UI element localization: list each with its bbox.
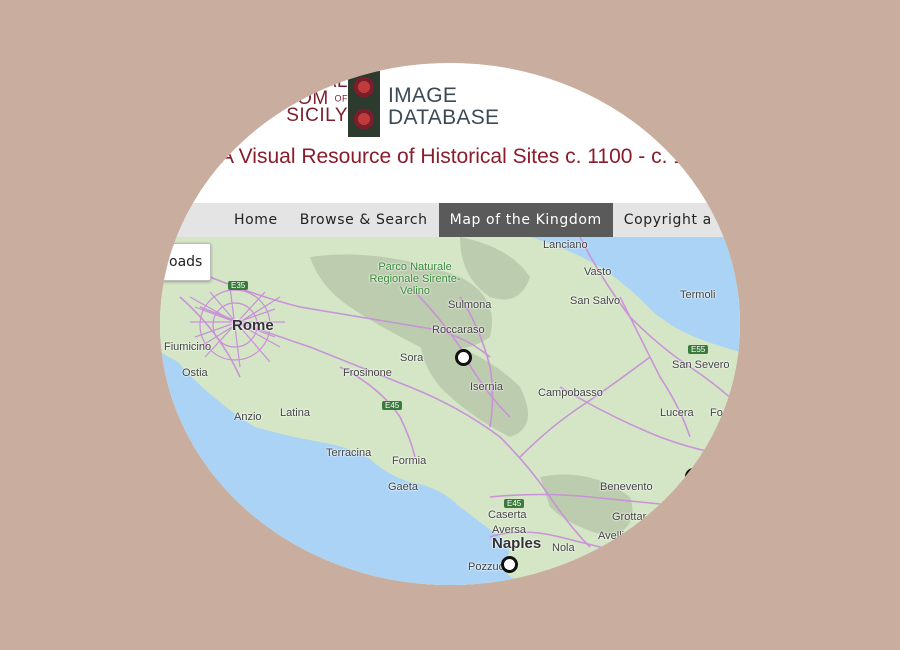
place-label: Frosinone xyxy=(343,367,392,379)
site-marker-benevento[interactable] xyxy=(594,550,611,567)
logo-seal-icon xyxy=(348,71,380,137)
place-label: Campobasso xyxy=(538,387,603,399)
place-label: Ostia xyxy=(182,367,208,379)
place-label-major: Naples xyxy=(492,535,542,552)
place-label: Gaeta xyxy=(388,481,418,493)
place-label: Formia xyxy=(392,455,427,467)
site-marker-caserta[interactable] xyxy=(501,556,518,573)
place-label: Terracina xyxy=(326,447,372,459)
highway-shield: E35 xyxy=(228,281,249,290)
logo-image-database: IMAGE DATABASE xyxy=(388,85,499,129)
place-label: Lucera xyxy=(660,407,694,419)
nav-home[interactable]: Home xyxy=(223,203,289,237)
seal-rosette-icon xyxy=(352,107,376,131)
park-label: Parco Naturale Regionale Sirente-Velino xyxy=(369,261,461,297)
place-label: Caserta xyxy=(488,509,527,521)
place-label: Avellino xyxy=(598,530,637,542)
logo-of: OF xyxy=(334,93,348,104)
place-label-major: Rome xyxy=(232,317,274,334)
place-label: Nola xyxy=(552,542,575,554)
site-marker-sulmona[interactable] xyxy=(455,349,472,366)
place-label: Grottar xyxy=(612,511,647,523)
nav-copyright[interactable]: Copyright a xyxy=(613,203,723,237)
highway-shield: E55 xyxy=(688,345,709,354)
place-label: Isernia xyxy=(470,381,504,393)
kingdom-map[interactable]: oads Lanciano Vasto Termoli San Salvo Pa… xyxy=(160,237,740,585)
place-label: Latina xyxy=(280,407,310,419)
highway-shield: E45 xyxy=(504,499,525,508)
nav-browse-search[interactable]: Browse & Search xyxy=(289,203,439,237)
place-label: Fo xyxy=(710,407,723,419)
place-label: Roccaraso xyxy=(432,324,485,336)
place-label: San Salvo xyxy=(570,295,621,307)
logo-image-text: IMAGE xyxy=(388,84,458,107)
place-label: Sora xyxy=(400,352,424,364)
logo-kingdom-text: VAL DOM OF SICILY xyxy=(260,72,348,127)
place-label: Vasto xyxy=(584,266,612,278)
highway-shield: E45 xyxy=(382,401,403,410)
seal-rosette-icon xyxy=(352,75,376,99)
place-label: Sulmona xyxy=(448,299,492,311)
circular-crop-frame: VAL DOM OF SICILY IMAGE DATABASE A Visua… xyxy=(160,63,740,585)
place-label: Termoli xyxy=(680,289,716,301)
place-label: Anzio xyxy=(234,411,262,423)
main-nav: Home Browse & Search Map of the Kingdom … xyxy=(160,203,740,237)
place-label: Arian xyxy=(708,485,734,497)
place-label: Lanciano xyxy=(543,239,588,251)
place-label: Benevento xyxy=(600,481,653,493)
place-label: Fiumicino xyxy=(164,341,212,353)
logo-database-text: DATABASE xyxy=(388,106,500,129)
logo-line-3: SICILY xyxy=(286,105,348,127)
nav-map-of-kingdom[interactable]: Map of the Kingdom xyxy=(438,203,613,237)
site-marker-lucera[interactable] xyxy=(685,468,702,485)
place-label: San Severo xyxy=(672,359,730,371)
site-tagline: A Visual Resource of Historical Sites c.… xyxy=(220,145,720,168)
map-type-toggle[interactable]: oads xyxy=(160,243,212,281)
site-header: VAL DOM OF SICILY IMAGE DATABASE A Visua… xyxy=(160,63,740,203)
